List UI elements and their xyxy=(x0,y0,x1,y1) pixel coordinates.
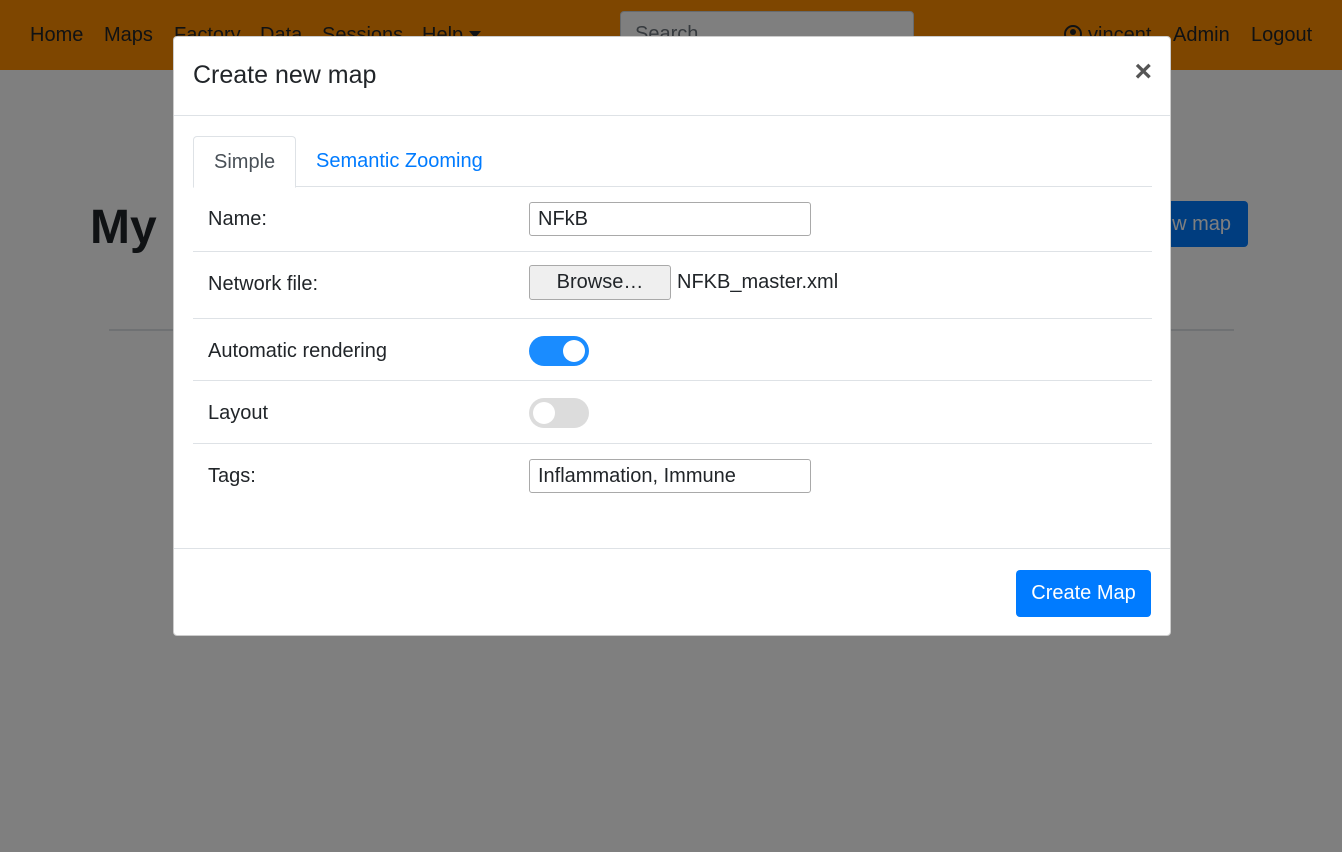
modal-title: Create new map xyxy=(193,61,377,89)
auto-render-toggle[interactable] xyxy=(529,336,589,366)
layout-row: Layout xyxy=(193,381,1152,444)
tab-semantic-zooming[interactable]: Semantic Zooming xyxy=(296,136,503,187)
tags-row: Tags: xyxy=(193,444,1152,524)
name-row: Name: xyxy=(193,187,1152,252)
tags-label: Tags: xyxy=(208,465,256,487)
selected-file-name: NFKB_master.xml xyxy=(677,271,839,293)
network-file-row: Network file: Browse… NFKB_master.xml xyxy=(193,252,1152,319)
name-field[interactable] xyxy=(529,202,811,236)
create-map-modal: Create new map × Simple Semantic Zooming… xyxy=(173,36,1171,636)
close-icon[interactable]: × xyxy=(1134,57,1152,87)
layout-label: Layout xyxy=(208,402,269,424)
toggle-knob xyxy=(563,340,585,362)
layout-toggle[interactable] xyxy=(529,398,589,428)
network-file-label: Network file: xyxy=(208,273,319,295)
name-label: Name: xyxy=(208,208,267,230)
modal-footer: Create Map xyxy=(174,548,1170,636)
create-map-button[interactable]: Create Map xyxy=(1016,570,1151,617)
browse-button[interactable]: Browse… xyxy=(529,265,671,300)
tags-field[interactable] xyxy=(529,459,811,493)
tab-simple[interactable]: Simple xyxy=(193,136,297,188)
toggle-knob xyxy=(533,402,555,424)
auto-render-row: Automatic rendering xyxy=(193,319,1152,381)
modal-tabs: Simple Semantic Zooming xyxy=(193,136,1152,188)
auto-render-label: Automatic rendering xyxy=(208,340,387,362)
modal-header: Create new map × xyxy=(174,37,1170,116)
